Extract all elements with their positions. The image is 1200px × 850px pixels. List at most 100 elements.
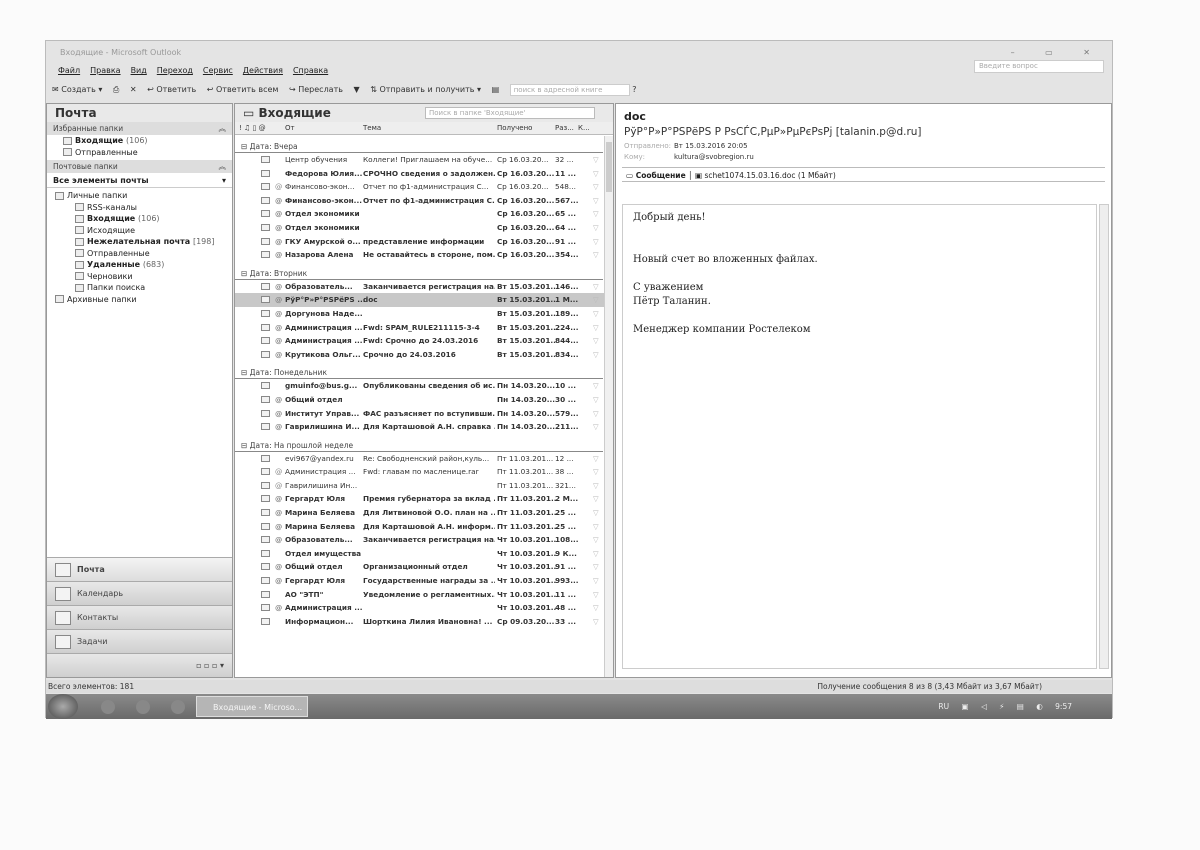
group-header[interactable]: ⊟ Дата: Понедельник [235, 365, 603, 380]
flag-icon[interactable]: ▽ [593, 560, 599, 574]
mail-folders-header[interactable]: Почтовые папки ︽ [47, 160, 232, 173]
folder-tree-item[interactable]: Архивные папки [47, 294, 232, 306]
flag-icon[interactable]: ▽ [593, 194, 599, 208]
message-row[interactable]: @ Гаврилишина Ин... Пт 11.03.201... 321... ▽ [235, 479, 613, 493]
col-size[interactable]: Раз... [555, 122, 574, 135]
col-from[interactable]: От [285, 122, 295, 135]
group-header[interactable]: ⊟ Дата: Вторник [235, 266, 603, 280]
flag-icon[interactable]: ▽ [593, 407, 599, 421]
nav-button-calendar[interactable]: Календарь [47, 581, 232, 605]
delete-icon[interactable]: ✕ [130, 85, 137, 94]
message-row[interactable]: @ Образователь... Заканчивается регистраци… [235, 280, 613, 294]
message-row[interactable]: @ Администрация ... Чт 10.03.201... 48 ... ▽ [235, 601, 613, 615]
flag-icon[interactable]: ▽ [593, 520, 599, 534]
flag-icon[interactable]: ▽ [593, 235, 599, 249]
folder-tree-item[interactable]: Нежелательная почта [198] [47, 236, 232, 248]
folder-tree-item[interactable]: Отправленные [47, 248, 232, 260]
media-player-icon[interactable] [136, 700, 150, 714]
message-row[interactable]: @ Институт Управ... ФАС разъясняет по всту… [235, 407, 613, 421]
nav-button-tasks[interactable]: Задачи [47, 629, 232, 653]
reply-all-button[interactable]: ↩ Ответить всем [207, 85, 279, 94]
message-row[interactable]: @ РўР°Р»Р°РЅРёРЅ ... doc Вт 15.03.201... 1 М… [235, 293, 613, 307]
reply-button[interactable]: ↩ Ответить [147, 85, 196, 94]
flag-icon[interactable]: ▽ [593, 574, 599, 588]
reading-scrollbar[interactable] [1099, 204, 1109, 669]
folder-tree-item[interactable]: Черновики [47, 271, 232, 283]
message-row[interactable]: gmuinfo@bus.g... Опубликованы сведения об… [235, 379, 613, 393]
message-tab[interactable]: ▭ Сообщение [626, 171, 686, 180]
flag-icon[interactable]: ▽ [593, 588, 599, 602]
folder-tree-item[interactable]: Личные папки [47, 190, 232, 202]
flag-icon[interactable]: ▽ [593, 379, 599, 393]
flag-icon[interactable]: ▽ [593, 452, 599, 466]
app-icon[interactable] [171, 700, 185, 714]
flag-icon[interactable]: ▽ [593, 465, 599, 479]
message-row[interactable]: @ Отдел экономики Ср 16.03.20... 65 ... ▽ [235, 207, 613, 221]
flag-icon[interactable]: ▽ [593, 280, 599, 294]
help-icon[interactable]: ? [632, 85, 636, 94]
message-row[interactable]: @ Марина Беляева Для Карташовой А.Н. инфор… [235, 520, 613, 534]
folder-tree-item[interactable]: Входящие (106) [47, 213, 232, 225]
col-category[interactable]: К... [578, 122, 590, 135]
list-scroll-thumb[interactable] [606, 142, 612, 192]
message-row[interactable]: @ Гергардт Юля Премия губернатора за вклад… [235, 492, 613, 506]
message-row[interactable]: @ Общий отдел Организационный отдел Чт 10.0… [235, 560, 613, 574]
flag-icon[interactable]: ▽ [593, 293, 599, 307]
flag-icon[interactable]: ▽ [593, 180, 599, 194]
flag-icon[interactable]: ▽ [593, 167, 599, 181]
language-indicator[interactable]: RU [938, 702, 949, 711]
print-icon[interactable]: ⎙ [113, 85, 119, 94]
taskbar-outlook[interactable]: Входящие - Microso... [196, 696, 308, 717]
flag-icon[interactable]: ▽ [593, 221, 599, 235]
menu-go[interactable]: Переход [157, 66, 193, 75]
list-scrollbar[interactable] [604, 136, 613, 677]
group-header[interactable]: ⊟ Дата: Вчера [235, 139, 603, 153]
flag-icon[interactable]: ▽ [593, 547, 599, 561]
flag-icon[interactable]: ▽ [593, 492, 599, 506]
message-row[interactable]: evi967@yandex.ru Re: Свободненский район,… [235, 452, 613, 466]
flag-icon[interactable]: ▽ [593, 393, 599, 407]
window-controls[interactable]: – ▭ ✕ [1011, 45, 1104, 61]
menu-actions[interactable]: Действия [243, 66, 283, 75]
message-row[interactable]: @ Образователь... Заканчивается регистраци… [235, 533, 613, 547]
flag-icon[interactable]: ▽ [593, 506, 599, 520]
menu-view[interactable]: Вид [131, 66, 147, 75]
flag-icon[interactable]: ▽ [593, 479, 599, 493]
menu-file[interactable]: Файл [58, 66, 80, 75]
folder-tree-item[interactable]: RSS-каналы [47, 202, 232, 214]
address-book-icon[interactable]: ▤ [492, 85, 500, 94]
flag-icon[interactable]: ▽ [593, 615, 599, 629]
flag-icon[interactable]: ▽ [593, 321, 599, 335]
message-row[interactable]: @ ГКУ Амурской о... представление информац… [235, 235, 613, 249]
message-row[interactable]: Центр обучения Коллеги! Приглашаем на обу… [235, 153, 613, 167]
message-row[interactable]: @ Администрация ... Fwd: SPAM_RULE211115-3… [235, 321, 613, 335]
address-book-search[interactable]: поиск в адресной книге [509, 83, 630, 96]
message-row[interactable]: @ Крутикова Ольг... Срочно до 24.03.2016 Вт… [235, 348, 613, 362]
new-button[interactable]: ✉ Создать ▾ [52, 85, 102, 94]
flag-icon[interactable]: ▽ [593, 533, 599, 547]
menu-tools[interactable]: Сервис [203, 66, 233, 75]
start-button[interactable] [48, 694, 78, 719]
message-row[interactable]: @ Финансово-экон... Отчет по ф1-администра… [235, 180, 613, 194]
to-value[interactable]: kultura@svobregion.ru [674, 153, 754, 161]
message-row[interactable]: @ Общий отдел Пн 14.03.20... 30 ... ▽ [235, 393, 613, 407]
flag-icon[interactable]: ▽ [593, 348, 599, 362]
message-row[interactable]: @ Марина Беляева Для Литвиновой О.О. план … [235, 506, 613, 520]
flag-icon[interactable]: ▽ [593, 334, 599, 348]
message-row[interactable]: @ Финансово-экон... Отчет по ф1-администра… [235, 194, 613, 208]
flag-icon[interactable]: ▽ [593, 420, 599, 434]
send-receive-button[interactable]: ⇅ Отправить и получить ▾ [370, 85, 481, 94]
nav-button-mail[interactable]: Почта [47, 557, 232, 581]
flag-icon[interactable]: ▽ [593, 601, 599, 615]
message-row[interactable]: АО "ЭТП" Уведомление о регламентных... Чт … [235, 588, 613, 602]
folder-search-input[interactable]: Поиск в папке 'Входящие' [425, 107, 595, 119]
nav-button-contacts[interactable]: Контакты [47, 605, 232, 629]
col-received[interactable]: Получено [497, 122, 532, 135]
message-row[interactable]: Федорова Юлия... СРОЧНО сведения о задолж… [235, 167, 613, 181]
ask-question-input[interactable]: Введите вопрос [974, 60, 1104, 73]
folder-tree-item[interactable]: Исходящие [47, 225, 232, 237]
flag-icon[interactable]: ▽ [593, 248, 599, 262]
group-header[interactable]: ⊟ Дата: На прошлой неделе [235, 438, 603, 452]
attachment-file[interactable]: ▣ schet1074.15.03.16.doc (1 Мбайт) [695, 171, 836, 180]
favorite-folder[interactable]: Входящие (106) [63, 135, 232, 147]
